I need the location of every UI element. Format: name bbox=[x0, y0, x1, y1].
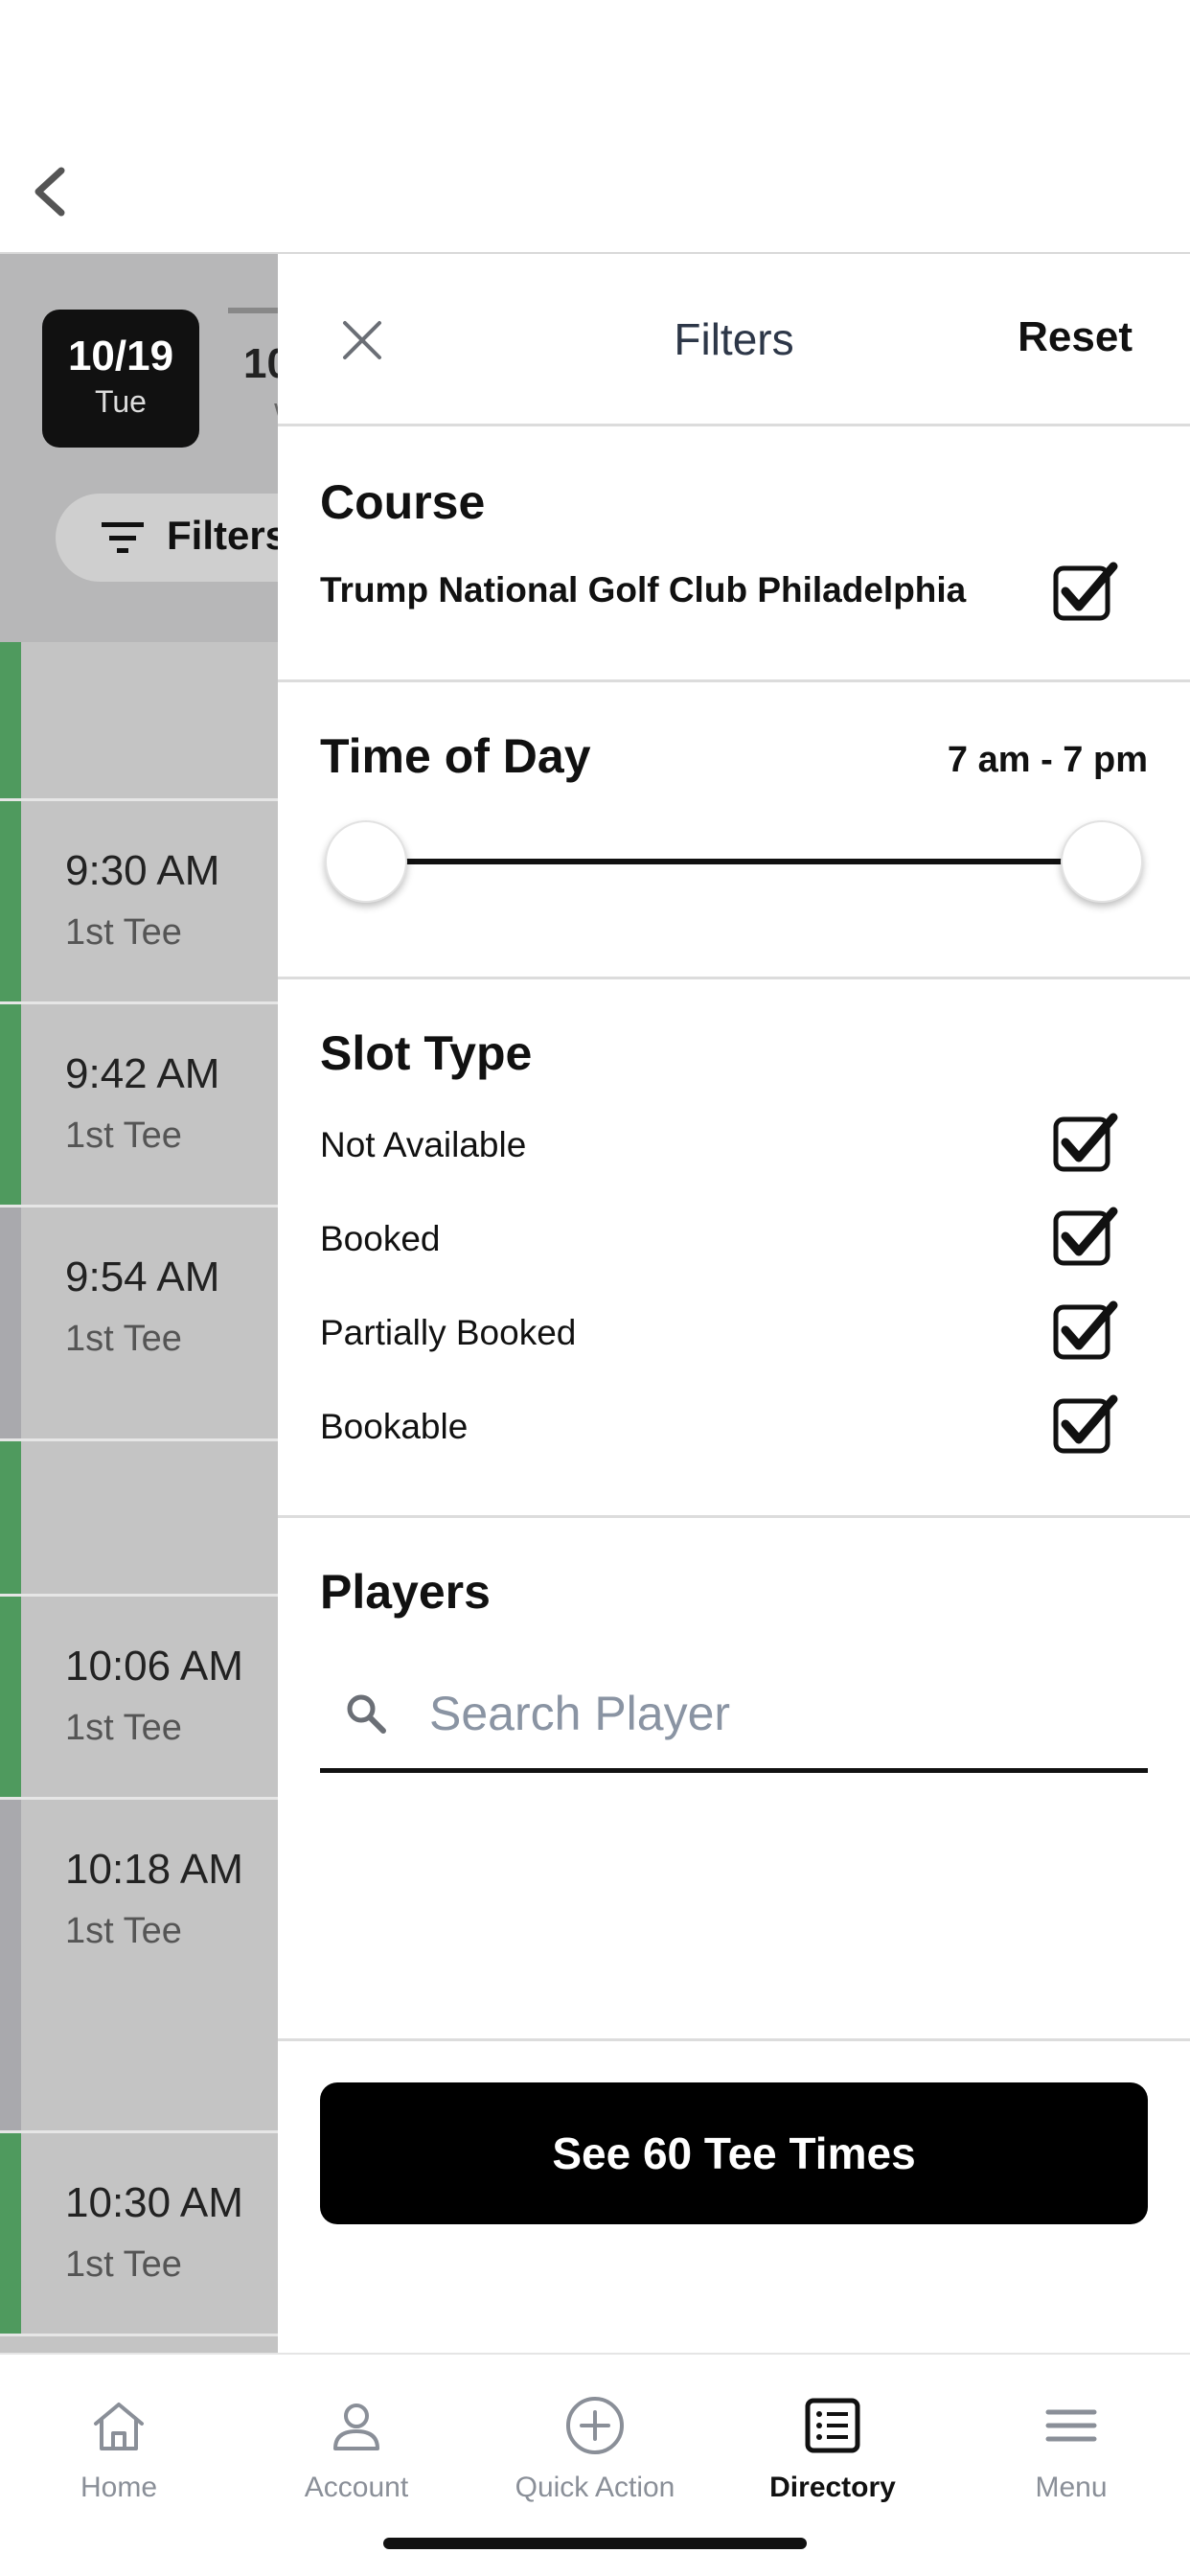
tee-time-slot[interactable]: 9:54 AM 1st Tee bbox=[0, 1208, 278, 1441]
date-chip-selected[interactable]: 10/19 Tue bbox=[42, 310, 199, 448]
players-section: Players bbox=[278, 1518, 1190, 1806]
see-tee-times-button[interactable]: See 60 Tee Times bbox=[320, 2082, 1148, 2224]
filters-panel: Filters Reset Course Trump National Golf… bbox=[278, 254, 1190, 2353]
slot-tee: 1st Tee bbox=[65, 2244, 182, 2285]
slot-type-bookable-label: Bookable bbox=[320, 1407, 469, 1446]
tee-time-slot[interactable]: 9:42 AM 1st Tee bbox=[0, 1004, 278, 1208]
slot-tee: 1st Tee bbox=[65, 912, 182, 953]
tab-account[interactable]: Account bbox=[238, 2355, 475, 2537]
tee-time-slot[interactable] bbox=[0, 642, 278, 801]
tab-menu[interactable]: Menu bbox=[952, 2355, 1190, 2537]
time-slider-track[interactable] bbox=[362, 859, 1106, 864]
date-chip-indicator bbox=[228, 308, 278, 313]
tab-quick-action-label: Quick Action bbox=[515, 2472, 675, 2503]
account-icon bbox=[333, 2404, 379, 2450]
tee-time-slot[interactable]: 9:30 AM 1st Tee bbox=[0, 801, 278, 1004]
slot-tee: 1st Tee bbox=[65, 1911, 182, 1951]
menu-icon bbox=[1045, 2409, 1097, 2442]
slot-status-stripe bbox=[0, 2133, 21, 2334]
date-chip-weekday: Tue bbox=[95, 384, 147, 419]
player-search-field[interactable] bbox=[320, 1654, 1148, 1773]
date-strip: 10/19 Tue 10 W Filters bbox=[0, 254, 278, 642]
tee-time-slot[interactable]: 10:06 AM 1st Tee bbox=[0, 1597, 278, 1800]
slot-time: 10:06 AM bbox=[65, 1643, 243, 1690]
slot-status-stripe bbox=[0, 1004, 21, 1205]
slot-status-stripe bbox=[0, 1208, 21, 1438]
players-title: Players bbox=[320, 1565, 491, 1619]
slot-type-not-available-label: Not Available bbox=[320, 1125, 527, 1164]
time-of-day-section: Time of Day 7 am - 7 pm bbox=[278, 682, 1190, 979]
slot-type-booked-checkbox[interactable] bbox=[1052, 1206, 1119, 1267]
slot-time: 9:42 AM bbox=[65, 1050, 220, 1097]
slot-type-title: Slot Type bbox=[320, 1026, 533, 1080]
player-search-input[interactable] bbox=[429, 1675, 1119, 1752]
tab-directory-label: Directory bbox=[769, 2472, 896, 2503]
time-range-value: 7 am - 7 pm bbox=[947, 740, 1148, 780]
tee-times-background: 10/19 Tue 10 W Filters 9:30 AM 1st Tee 9… bbox=[0, 254, 278, 2353]
slot-tee: 1st Tee bbox=[65, 1116, 182, 1156]
slot-status-stripe bbox=[0, 1597, 21, 1797]
date-chip-next-date[interactable]: 10 bbox=[243, 340, 278, 388]
slot-type-bookable-checkbox[interactable] bbox=[1052, 1393, 1119, 1455]
slot-time: 9:30 AM bbox=[65, 847, 220, 894]
filters-pill-button[interactable]: Filters bbox=[56, 494, 278, 582]
slot-status-stripe bbox=[0, 801, 21, 1001]
filters-pill-label: Filters bbox=[167, 513, 278, 558]
date-chip-date: 10/19 bbox=[67, 333, 174, 380]
slot-tee: 1st Tee bbox=[65, 1319, 182, 1359]
tee-time-slot[interactable]: 10:18 AM 1st Tee bbox=[0, 1800, 278, 2133]
slot-time: 10:18 AM bbox=[65, 1846, 243, 1893]
slot-time: 9:54 AM bbox=[65, 1254, 220, 1300]
filter-icon bbox=[102, 522, 144, 553]
tee-time-slot[interactable]: 10:30 AM 1st Tee bbox=[0, 2133, 278, 2336]
slot-type-not-available-checkbox[interactable] bbox=[1052, 1112, 1119, 1173]
course-option-label: Trump National Golf Club Philadelphia bbox=[320, 570, 967, 610]
slot-time: 10:30 AM bbox=[65, 2179, 243, 2226]
time-of-day-title: Time of Day bbox=[320, 729, 591, 783]
chevron-left-icon[interactable] bbox=[27, 163, 75, 220]
tab-quick-action[interactable]: Quick Action bbox=[476, 2355, 714, 2537]
time-slider-max-handle[interactable] bbox=[1061, 820, 1143, 903]
slot-type-booked-label: Booked bbox=[320, 1219, 441, 1258]
reset-button[interactable]: Reset bbox=[1018, 313, 1133, 361]
plus-circle-icon bbox=[566, 2397, 624, 2454]
tab-account-label: Account bbox=[304, 2472, 409, 2503]
course-section: Course Trump National Golf Club Philadel… bbox=[278, 426, 1190, 682]
course-checkbox[interactable] bbox=[1052, 561, 1119, 622]
time-slider-min-handle[interactable] bbox=[325, 820, 407, 903]
top-bar bbox=[0, 0, 1190, 254]
search-icon bbox=[347, 1694, 386, 1734]
home-indicator bbox=[383, 2538, 807, 2549]
slot-tee: 1st Tee bbox=[65, 1708, 182, 1748]
tab-directory[interactable]: Directory bbox=[714, 2355, 951, 2537]
slot-status-stripe bbox=[0, 1800, 21, 2130]
tab-home[interactable]: Home bbox=[0, 2355, 238, 2537]
tab-menu-label: Menu bbox=[1035, 2472, 1108, 2503]
slot-type-partially-booked-label: Partially Booked bbox=[320, 1313, 577, 1352]
list-icon bbox=[805, 2398, 860, 2453]
tab-home-label: Home bbox=[80, 2472, 158, 2503]
slot-status-stripe bbox=[0, 1441, 21, 1594]
footer-divider bbox=[278, 2038, 1190, 2041]
slot-status-stripe bbox=[0, 642, 21, 798]
slot-type-section: Slot Type Not Available Booked Partially… bbox=[278, 979, 1190, 1518]
filters-header: Filters Reset bbox=[278, 254, 1190, 426]
home-icon bbox=[94, 2403, 144, 2450]
tee-time-slot[interactable] bbox=[0, 1441, 278, 1597]
slot-type-partially-booked-checkbox[interactable] bbox=[1052, 1300, 1119, 1361]
course-section-title: Course bbox=[320, 475, 486, 529]
